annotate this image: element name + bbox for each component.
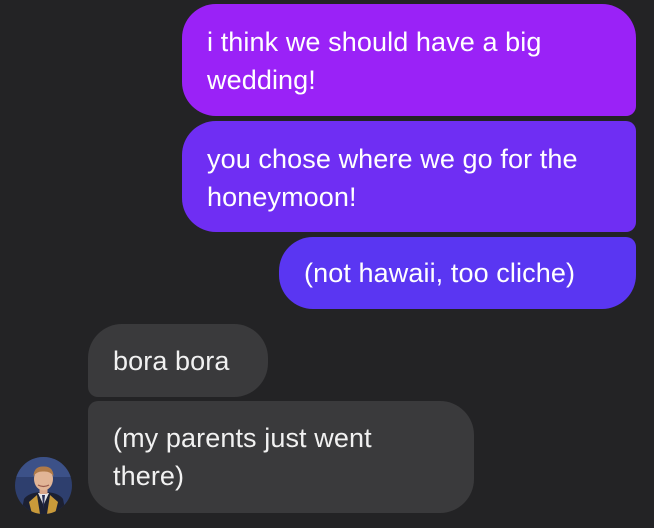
message-thread: i think we should have a big wedding! yo…	[0, 0, 654, 528]
message-text: i think we should have a big wedding!	[207, 27, 542, 95]
message-text: (not hawaii, too cliche)	[304, 258, 576, 288]
message-text: you chose where we go for the honeymoon!	[207, 144, 578, 212]
message-text: bora bora	[113, 346, 230, 376]
received-message[interactable]: bora bora	[88, 324, 268, 397]
sent-message[interactable]: you chose where we go for the honeymoon!	[182, 121, 636, 232]
message-text: (my parents just went there)	[113, 423, 372, 491]
received-message[interactable]: (my parents just went there)	[88, 401, 474, 513]
avatar[interactable]	[15, 457, 72, 514]
sent-message[interactable]: i think we should have a big wedding!	[182, 4, 636, 116]
sent-message[interactable]: (not hawaii, too cliche)	[279, 237, 636, 309]
